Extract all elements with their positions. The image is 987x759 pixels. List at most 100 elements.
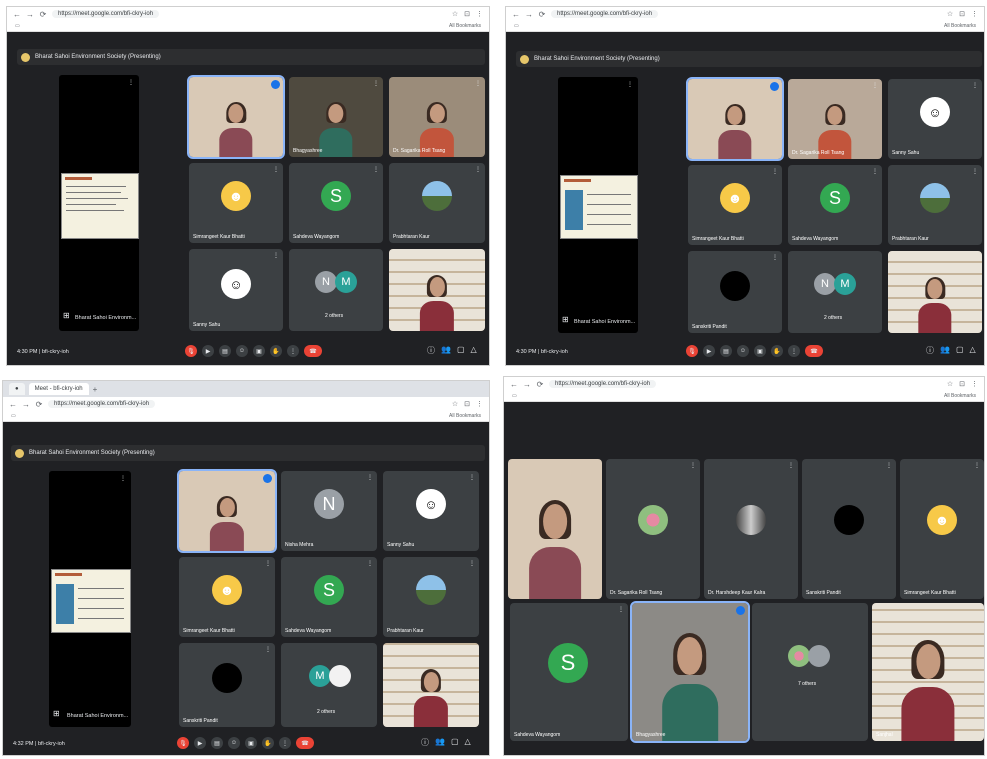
participant-tile[interactable]: ⋮ Prabhtaran Kaur xyxy=(888,165,982,245)
participant-tile[interactable]: ☺ ⋮ Sanny Sahu xyxy=(189,249,283,331)
participant-tile[interactable]: S ⋮ Sahdeva Wayangom xyxy=(289,163,383,243)
participant-tile-others[interactable]: 7 others xyxy=(752,603,868,741)
extensions-icon[interactable]: ⊡ xyxy=(959,380,965,388)
more-options-icon[interactable]: ⋮ xyxy=(618,606,624,613)
bookmark-folder-icon[interactable]: ▭ xyxy=(15,23,20,29)
participant-tile[interactable]: ☺ ⋮ Sanny Sahu xyxy=(383,471,479,551)
back-icon[interactable]: ← xyxy=(13,10,21,19)
participant-tile[interactable] xyxy=(389,249,485,331)
participant-tile[interactable]: N ⋮ Nisha Mehra xyxy=(281,471,377,551)
emoji-icon[interactable]: ☺ xyxy=(228,737,240,749)
raise-hand-icon[interactable]: ✋ xyxy=(270,345,282,357)
more-options-icon[interactable]: ⋮ xyxy=(886,462,892,469)
participant-tile-others[interactable]: M 2 others xyxy=(281,643,377,727)
more-options-icon[interactable]: ⋮ xyxy=(872,168,878,175)
participant-tile[interactable]: ⋮ Dr. Sagarika Roll Tsang xyxy=(788,79,882,159)
participant-tile-self[interactable] xyxy=(508,459,602,599)
participant-tile[interactable]: Bhagyashree xyxy=(630,601,750,743)
more-options-icon[interactable]: ⋮ xyxy=(265,646,271,653)
chat-icon[interactable]: ▢ xyxy=(956,345,964,356)
participant-tile[interactable]: ⋮ Prabhtaran Kaur xyxy=(383,557,479,637)
info-icon[interactable]: ⓘ xyxy=(427,345,435,356)
participant-tile[interactable]: ☺ ⋮ Sanny Sahu xyxy=(888,79,982,159)
participant-tile[interactable]: ☻ ⋮ Simrangeet Kaur Bhatti xyxy=(189,163,283,243)
url-field[interactable]: https://meet.google.com/bfi-ckry-ioh xyxy=(551,10,659,18)
back-icon[interactable]: ← xyxy=(9,400,17,409)
captions-icon[interactable]: ▤ xyxy=(720,345,732,357)
browser-tab-meet[interactable]: Meet - bfi-ckry-ioh xyxy=(28,383,89,395)
forward-icon[interactable]: → xyxy=(523,380,531,389)
reload-icon[interactable]: ⟳ xyxy=(536,380,544,389)
more-options-icon[interactable]: ⋮ xyxy=(772,168,778,175)
end-call-icon[interactable]: ☎ xyxy=(296,737,314,749)
forward-icon[interactable]: → xyxy=(26,10,34,19)
participant-tile[interactable]: ⋮ Dr. Sagarika Roll Tsang xyxy=(606,459,700,599)
more-options-icon[interactable]: ⋮ xyxy=(690,462,696,469)
raise-hand-icon[interactable]: ✋ xyxy=(262,737,274,749)
more-options-icon[interactable]: ⋮ xyxy=(273,252,279,259)
all-bookmarks-link[interactable]: All Bookmarks xyxy=(944,23,976,29)
participant-tile[interactable]: ⋮ Dr. Harshdeep Kaur Kalra xyxy=(704,459,798,599)
pin-icon[interactable]: ⊞ xyxy=(63,311,70,320)
back-icon[interactable]: ← xyxy=(512,10,520,19)
pin-icon[interactable]: ⊞ xyxy=(53,709,60,718)
participant-tile[interactable] xyxy=(383,643,479,727)
people-icon[interactable]: 👥 xyxy=(441,345,451,356)
presentation-tile[interactable]: ⋮ ⊞ Bharat Sahoi Environm... xyxy=(49,471,131,727)
browser-tab[interactable]: ● xyxy=(9,383,25,395)
more-options-icon[interactable]: ⋮ xyxy=(367,560,373,567)
participant-tile[interactable]: S ⋮ Sahdeva Wayangom xyxy=(510,603,628,741)
activities-icon[interactable]: △ xyxy=(465,737,471,748)
mic-off-icon[interactable]: 🎙 xyxy=(185,345,197,357)
activities-icon[interactable]: △ xyxy=(970,345,976,356)
reload-icon[interactable]: ⟳ xyxy=(538,10,546,19)
menu-dots-icon[interactable]: ⋮ xyxy=(971,10,978,18)
extensions-icon[interactable]: ⊡ xyxy=(464,400,470,408)
activities-icon[interactable]: △ xyxy=(471,345,477,356)
camera-icon[interactable]: ▶ xyxy=(194,737,206,749)
present-icon[interactable]: ▣ xyxy=(754,345,766,357)
info-icon[interactable]: ⓘ xyxy=(926,345,934,356)
more-options-icon[interactable]: ⋮ xyxy=(872,82,878,89)
more-options-icon[interactable]: ⋮ xyxy=(469,560,475,567)
more-options-icon[interactable]: ⋮ xyxy=(475,80,481,87)
more-options-icon[interactable]: ⋮ xyxy=(373,80,379,87)
more-options-icon[interactable]: ⋮ xyxy=(265,560,271,567)
bookmark-star-icon[interactable]: ☆ xyxy=(452,400,458,408)
participant-tile[interactable]: ⋮ Prabhtaran Kaur xyxy=(389,163,485,243)
all-bookmarks-link[interactable]: All Bookmarks xyxy=(449,23,481,29)
camera-icon[interactable]: ▶ xyxy=(703,345,715,357)
participant-tile[interactable]: ⋮ Dr. Sagarika Roll Tsang xyxy=(389,77,485,157)
more-options-icon[interactable]: ⋮ xyxy=(972,82,978,89)
bookmark-star-icon[interactable]: ☆ xyxy=(452,10,458,18)
pin-icon[interactable]: ⊞ xyxy=(562,315,569,324)
participant-tile-others[interactable]: N M 2 others xyxy=(289,249,383,331)
forward-icon[interactable]: → xyxy=(525,10,533,19)
participant-tile-self[interactable] xyxy=(177,469,277,553)
back-icon[interactable]: ← xyxy=(510,380,518,389)
new-tab-icon[interactable]: + xyxy=(93,385,98,394)
menu-dots-icon[interactable]: ⋮ xyxy=(476,400,483,408)
mic-off-icon[interactable]: 🎙 xyxy=(686,345,698,357)
people-icon[interactable]: 👥 xyxy=(435,737,445,748)
more-options-icon[interactable]: ⋮ xyxy=(475,166,481,173)
participant-tile[interactable]: S ⋮ Sahdeva Wayangom xyxy=(788,165,882,245)
participant-tile-self[interactable] xyxy=(686,77,784,161)
more-options-icon[interactable]: ⋮ xyxy=(772,254,778,261)
participant-tile[interactable]: ☻ ⋮ Simrangeet Kaur Bhatti xyxy=(688,165,782,245)
more-options-icon[interactable]: ⋮ xyxy=(373,166,379,173)
menu-dots-icon[interactable]: ⋮ xyxy=(476,10,483,18)
raise-hand-icon[interactable]: ✋ xyxy=(771,345,783,357)
all-bookmarks-link[interactable]: All Bookmarks xyxy=(449,413,481,419)
more-options-icon[interactable]: ⋮ xyxy=(972,168,978,175)
more-options-icon[interactable]: ⋮ xyxy=(469,474,475,481)
more-options-icon[interactable]: ⋮ xyxy=(273,166,279,173)
bookmark-star-icon[interactable]: ☆ xyxy=(947,10,953,18)
participant-tile[interactable]: ⋮ Sanskriti Pandit xyxy=(802,459,896,599)
participant-tile[interactable]: ☻ ⋮ Simrangeet Kaur Bhatti xyxy=(179,557,275,637)
more-options-icon[interactable]: ⋮ xyxy=(279,737,291,749)
participant-tile[interactable]: ⋮ Sanskriti Pandit xyxy=(688,251,782,333)
participant-tile[interactable]: ☻ ⋮ Simrangeet Kaur Bhatti xyxy=(900,459,984,599)
people-icon[interactable]: 👥 xyxy=(940,345,950,356)
bookmark-folder-icon[interactable]: ▭ xyxy=(512,393,517,399)
